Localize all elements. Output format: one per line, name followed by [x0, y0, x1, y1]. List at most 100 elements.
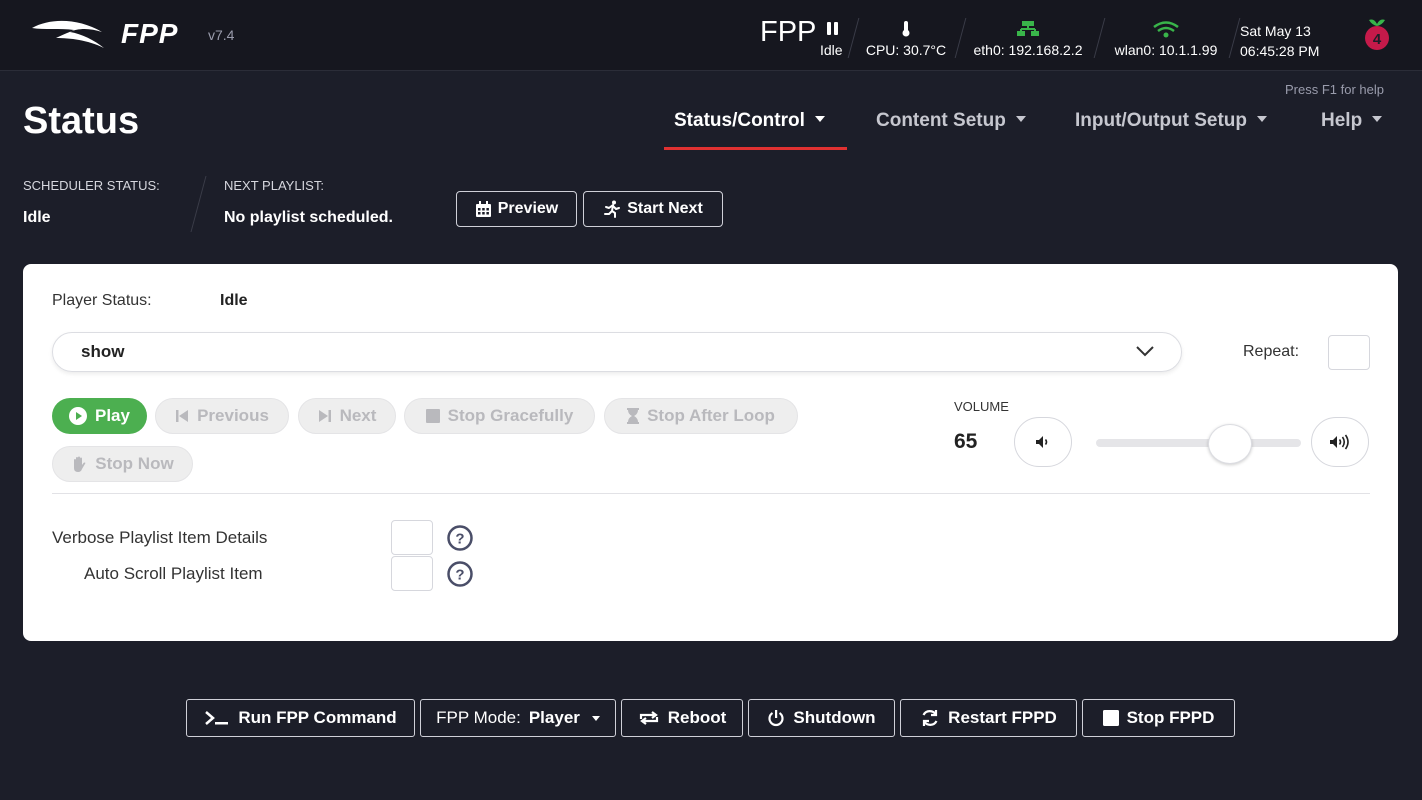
stop-fppd-button[interactable]: Stop FPPD — [1082, 699, 1235, 737]
help-hint: Press F1 for help — [1285, 82, 1384, 97]
fpp-mode-dropdown[interactable]: FPP Mode: Player — [420, 699, 616, 737]
playlist-select[interactable]: show — [52, 332, 1182, 372]
nav-content-setup[interactable]: Content Setup — [876, 110, 1026, 132]
verbose-details-label: Verbose Playlist Item Details — [52, 528, 268, 547]
repeat-arrows-icon — [639, 711, 658, 725]
help-question-icon[interactable]: ? — [446, 525, 474, 551]
volume-down-button[interactable] — [1014, 417, 1072, 467]
reboot-label: Reboot — [667, 708, 727, 727]
restart-fppd-label: Restart FPPD — [948, 708, 1057, 727]
svg-text:?: ? — [455, 531, 464, 548]
eth-address: eth0: 192.168.2.2 — [973, 42, 1083, 58]
nav-label: Help — [1321, 110, 1363, 131]
stop-after-loop-label: Stop After Loop — [647, 406, 775, 425]
version-label: v7.4 — [208, 27, 235, 43]
header-divider — [1093, 18, 1106, 58]
play-icon — [69, 407, 87, 425]
fpp-host-name: FPP — [760, 16, 817, 48]
stop-gracefully-label: Stop Gracefully — [447, 406, 574, 425]
skip-back-icon — [176, 410, 189, 422]
reboot-button[interactable]: Reboot — [621, 699, 743, 737]
svg-text:?: ? — [455, 567, 464, 584]
caret-down-icon — [1015, 115, 1026, 122]
chevron-down-icon — [1136, 346, 1154, 357]
caret-down-icon — [1372, 115, 1383, 122]
run-fpp-command-label: Run FPP Command — [238, 708, 397, 727]
power-icon — [768, 710, 785, 727]
pause-icon — [827, 22, 838, 35]
next-button[interactable]: Next — [298, 398, 396, 434]
calendar-icon — [475, 200, 491, 217]
nav-help[interactable]: Help — [1321, 110, 1383, 132]
stop-fppd-label: Stop FPPD — [1126, 708, 1215, 727]
hourglass-icon — [627, 408, 640, 424]
refresh-icon — [922, 710, 938, 726]
fpp-logo-icon — [32, 20, 104, 48]
stop-now-label: Stop Now — [95, 454, 174, 473]
eth-stat: eth0: 192.168.2.2 — [965, 20, 1091, 58]
auto-scroll-checkbox[interactable] — [391, 556, 433, 591]
start-next-label: Start Next — [627, 200, 703, 217]
volume-slider-thumb[interactable] — [1208, 424, 1253, 464]
stop-square-icon — [425, 409, 440, 423]
stop-gracefully-button[interactable]: Stop Gracefully — [404, 398, 595, 434]
top-bar: FPP v7.4 FPP Idle CPU: 30.7°C eth0: 192.… — [0, 0, 1422, 71]
next-label: Next — [339, 406, 377, 425]
section-divider — [52, 493, 1370, 494]
caret-down-icon — [591, 715, 600, 721]
terminal-icon — [205, 711, 229, 725]
caret-down-icon — [1257, 115, 1268, 122]
preview-label: Preview — [497, 200, 559, 217]
volume-slider-track[interactable] — [1096, 439, 1301, 447]
previous-button[interactable]: Previous — [155, 398, 289, 434]
raspberry-pi-logo: 4 — [1365, 19, 1389, 50]
wlan-stat: wlan0: 10.1.1.99 — [1106, 20, 1226, 58]
shutdown-button[interactable]: Shutdown — [748, 699, 895, 737]
volume-low-icon — [1036, 436, 1048, 448]
repeat-label: Repeat: — [1243, 343, 1300, 360]
volume-label: VOLUME — [954, 399, 1009, 414]
header-divider — [1228, 18, 1241, 58]
date-time: Sat May 13 06:45:28 PM — [1240, 21, 1319, 61]
stop-square-icon — [1102, 710, 1119, 726]
previous-label: Previous — [197, 406, 269, 425]
player-status-label: Player Status: — [52, 292, 152, 309]
volume-up-button[interactable] — [1311, 417, 1369, 467]
play-label: Play — [95, 406, 130, 425]
playlist-selected-value: show — [81, 342, 125, 361]
volume-value: 65 — [954, 430, 978, 453]
help-question-icon[interactable]: ? — [446, 561, 474, 587]
player-status-value: Idle — [220, 292, 248, 309]
fpp-state: Idle — [820, 42, 843, 58]
verbose-details-checkbox[interactable] — [391, 520, 433, 555]
nav-label: Content Setup — [876, 110, 1006, 131]
play-button[interactable]: Play — [52, 398, 147, 434]
repeat-checkbox[interactable] — [1328, 335, 1370, 370]
next-playlist-label: NEXT PLAYLIST: — [224, 178, 324, 193]
nav-status-control[interactable]: Status/Control — [674, 110, 825, 132]
stop-now-button[interactable]: Stop Now — [52, 446, 193, 482]
current-date: Sat May 13 — [1240, 23, 1311, 39]
scheduler-divider — [190, 176, 207, 232]
fpp-mode-value: Player — [528, 708, 580, 727]
scheduler-status-label: SCHEDULER STATUS: — [23, 178, 160, 193]
current-time: 06:45:28 PM — [1240, 43, 1320, 59]
auto-scroll-label: Auto Scroll Playlist Item — [84, 564, 263, 583]
cpu-temp: CPU: 30.7°C — [865, 42, 947, 58]
nav-input-output-setup[interactable]: Input/Output Setup — [1075, 110, 1268, 132]
start-next-button[interactable]: Start Next — [583, 191, 723, 227]
brand-name: FPP — [121, 18, 179, 49]
network-icon — [1017, 21, 1039, 36]
shutdown-label: Shutdown — [793, 708, 876, 727]
stop-after-loop-button[interactable]: Stop After Loop — [604, 398, 798, 434]
wifi-icon — [1153, 21, 1179, 38]
preview-button[interactable]: Preview — [456, 191, 577, 227]
restart-fppd-button[interactable]: Restart FPPD — [900, 699, 1077, 737]
svg-text:4: 4 — [1373, 31, 1382, 48]
volume-high-icon — [1330, 434, 1349, 450]
next-playlist-value: No playlist scheduled. — [224, 209, 393, 226]
run-fpp-command-button[interactable]: Run FPP Command — [186, 699, 415, 737]
nav-active-underline — [664, 147, 847, 150]
wlan-address: wlan0: 10.1.1.99 — [1114, 42, 1218, 58]
fpp-mode-prefix: FPP Mode: — [436, 708, 521, 727]
